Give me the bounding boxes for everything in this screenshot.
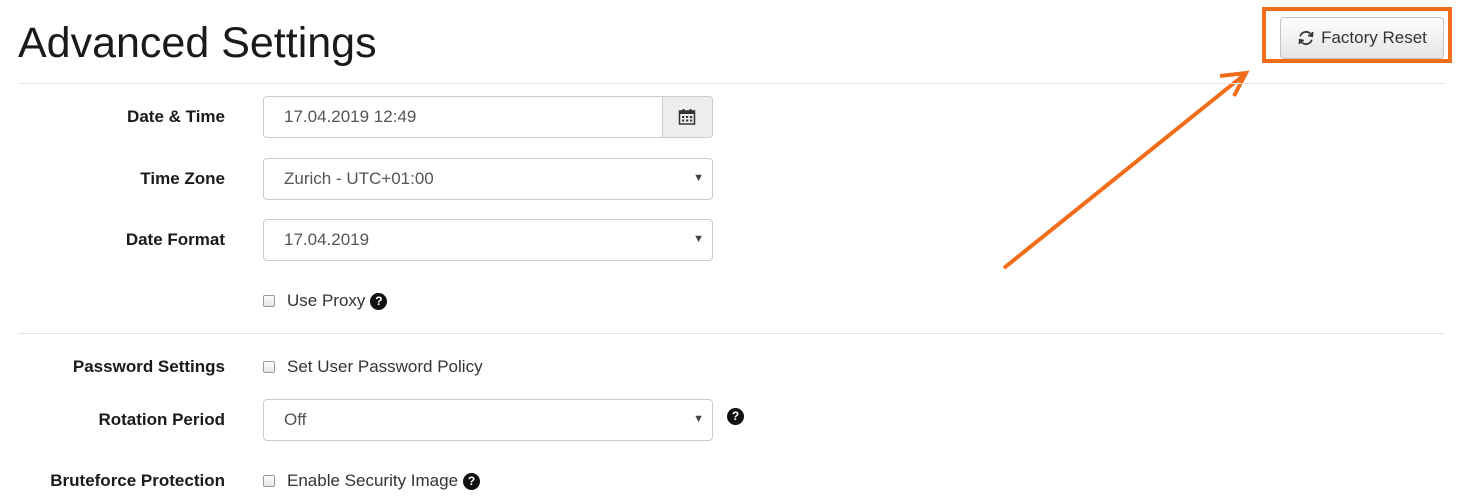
chevron-down-icon: ▼: [693, 413, 704, 425]
time-zone-label: Time Zone: [140, 169, 225, 188]
section-divider: [18, 333, 1444, 334]
use-proxy-label: Use Proxy: [287, 291, 366, 310]
rotation-help-icon[interactable]: ?: [727, 408, 744, 425]
calendar-icon: [678, 109, 696, 125]
use-proxy-row: Use Proxy ?: [263, 290, 388, 312]
security-image-row: Enable Security Image ?: [263, 470, 481, 492]
chevron-down-icon: ▼: [693, 172, 704, 184]
calendar-button[interactable]: [662, 97, 712, 137]
rotation-period-label: Rotation Period: [98, 410, 225, 429]
help-icon[interactable]: ?: [370, 292, 388, 310]
time-zone-value: Zurich - UTC+01:00: [284, 169, 434, 188]
rotation-period-select[interactable]: Off ▼: [263, 399, 713, 441]
use-proxy-checkbox[interactable]: [263, 295, 275, 307]
date-time-input[interactable]: 17.04.2019 12:49: [263, 96, 713, 138]
page-title: Advanced Settings: [18, 19, 377, 67]
factory-reset-label: Factory Reset: [1321, 28, 1427, 47]
chevron-down-icon: ▼: [693, 233, 704, 245]
password-settings-label: Password Settings: [72, 357, 225, 376]
date-time-label: Date & Time: [127, 107, 225, 126]
password-policy-checkbox[interactable]: [263, 361, 275, 373]
header-divider: [18, 83, 1444, 84]
bruteforce-label: Bruteforce Protection: [50, 471, 225, 490]
security-image-label: Enable Security Image: [287, 471, 459, 490]
date-time-value: 17.04.2019 12:49: [284, 107, 417, 126]
date-format-value: 17.04.2019: [284, 230, 370, 249]
time-zone-select[interactable]: Zurich - UTC+01:00 ▼: [263, 158, 713, 200]
password-policy-label: Set User Password Policy: [287, 357, 483, 376]
factory-reset-button[interactable]: Factory Reset: [1280, 17, 1444, 59]
date-format-select[interactable]: 17.04.2019 ▼: [263, 219, 713, 261]
help-icon[interactable]: ?: [463, 472, 481, 490]
rotation-period-value: Off: [284, 410, 307, 429]
date-format-label: Date Format: [125, 230, 225, 249]
security-image-checkbox[interactable]: [263, 475, 275, 487]
refresh-icon: [1298, 30, 1314, 46]
password-policy-row: Set User Password Policy: [263, 356, 483, 378]
